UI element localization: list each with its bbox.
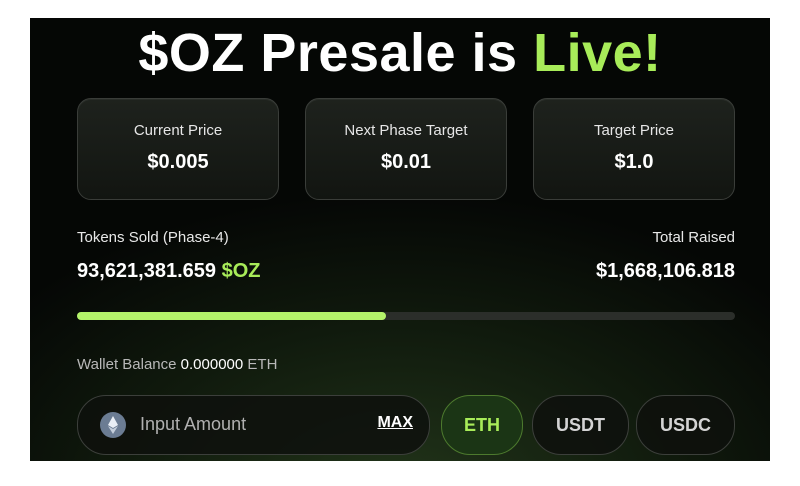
presale-progress-fill [77, 312, 387, 320]
next-phase-target-value: $0.01 [380, 151, 432, 173]
wallet-balance-currency: ETH [247, 356, 278, 373]
page-title: $OZ Presale is Live! [30, 26, 770, 80]
total-raised-label: Total Raised [652, 229, 735, 246]
tokens-sold-value-row: 93,621,381.659 $OZ [77, 260, 261, 283]
eth-token-button[interactable]: ETH [441, 395, 523, 455]
target-price-label: Target Price [593, 122, 675, 139]
tokens-sold-value: 93,621,381.659 [77, 260, 217, 282]
wallet-balance-label: Wallet Balance [77, 356, 177, 373]
total-raised-value: $1,668,106.818 [595, 260, 735, 282]
next-phase-target-card: Next Phase Target $0.01 [305, 98, 507, 200]
target-price-value: $1.0 [614, 151, 654, 173]
presale-panel: $OZ Presale is Live! Current Price $0.00… [30, 18, 770, 461]
amount-input-placeholder[interactable]: Input Amount [140, 414, 246, 435]
usdc-token-button[interactable]: USDC [636, 395, 735, 455]
current-price-card: Current Price $0.005 [77, 98, 279, 200]
tokens-sold-unit: $OZ [221, 260, 261, 282]
wallet-balance: Wallet Balance 0.000000 ETH [77, 356, 277, 373]
next-phase-target-label: Next Phase Target [344, 122, 468, 139]
tokens-sold-label: Tokens Sold (Phase-4) [77, 229, 229, 246]
title-prefix: $OZ Presale is [138, 23, 534, 83]
title-highlight: Live! [533, 23, 662, 83]
current-price-value: $0.005 [147, 151, 209, 173]
target-price-card: Target Price $1.0 [533, 98, 735, 200]
presale-progress-bar [77, 312, 735, 320]
usdt-token-button[interactable]: USDT [532, 395, 629, 455]
wallet-balance-amount: 0.000000 [180, 356, 244, 373]
current-price-label: Current Price [133, 122, 223, 139]
amount-input-field[interactable]: Input Amount MAX [77, 395, 430, 455]
max-button[interactable]: MAX [377, 414, 413, 432]
ethereum-icon [100, 412, 126, 438]
